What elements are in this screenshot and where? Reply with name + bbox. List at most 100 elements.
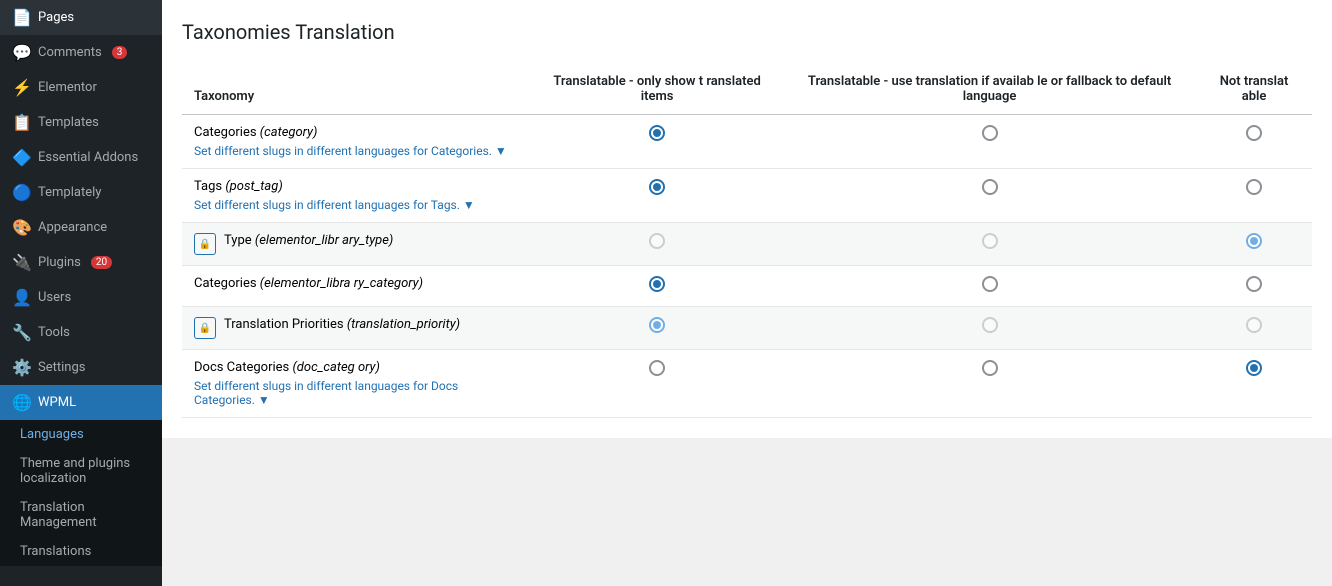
taxonomy-name-cell: 🔒 Translation Priorities (translation_pri… bbox=[182, 307, 531, 350]
pages-icon: 📄 bbox=[12, 8, 30, 27]
slug-link[interactable]: Set different slugs in different languag… bbox=[194, 198, 519, 212]
radio-button[interactable] bbox=[982, 125, 998, 141]
submenu-theme-plugins[interactable]: Theme and plugins localization bbox=[0, 449, 162, 493]
sidebar-item-users[interactable]: 👤 Users bbox=[0, 280, 162, 315]
radio-button[interactable] bbox=[649, 360, 665, 376]
taxonomy-name-cell: Categories (elementor_libra ry_category) bbox=[182, 266, 531, 307]
sidebar: 📄 Pages 💬 Comments 3 ⚡ Elementor 📋 Templ… bbox=[0, 0, 162, 586]
wpml-arrow bbox=[156, 397, 162, 409]
comments-icon: 💬 bbox=[12, 43, 30, 62]
radio-button[interactable] bbox=[982, 233, 998, 249]
main-content: Taxonomies Translation Taxonomy Translat… bbox=[162, 0, 1332, 586]
sidebar-item-pages[interactable]: 📄 Pages bbox=[0, 0, 162, 35]
sidebar-item-settings[interactable]: ⚙️ Settings bbox=[0, 350, 162, 385]
lock-icon: 🔒 bbox=[194, 317, 216, 339]
radio-button[interactable] bbox=[1246, 125, 1262, 141]
sidebar-item-tools[interactable]: 🔧 Tools bbox=[0, 315, 162, 350]
wpml-icon: 🌐 bbox=[12, 393, 30, 412]
templates-icon: 📋 bbox=[12, 113, 30, 132]
radio-button[interactable] bbox=[649, 276, 665, 292]
col-taxonomy: Taxonomy bbox=[182, 64, 531, 115]
users-icon: 👤 bbox=[12, 288, 30, 307]
radio-button[interactable] bbox=[649, 317, 665, 333]
sidebar-item-plugins[interactable]: 🔌 Plugins 20 bbox=[0, 245, 162, 280]
taxonomy-name: Categories (elementor_libra ry_category) bbox=[194, 276, 519, 291]
radio-button[interactable] bbox=[1246, 360, 1262, 376]
radio-cell[interactable] bbox=[531, 307, 783, 350]
radio-button[interactable] bbox=[982, 179, 998, 195]
radio-button[interactable] bbox=[982, 360, 998, 376]
radio-cell[interactable] bbox=[531, 223, 783, 266]
elementor-icon: ⚡ bbox=[12, 78, 30, 97]
radio-cell[interactable] bbox=[783, 115, 1196, 169]
radio-button[interactable] bbox=[1246, 276, 1262, 292]
taxonomy-name-cell: Docs Categories (doc_categ ory) Set diffe… bbox=[182, 350, 531, 418]
radio-button[interactable] bbox=[982, 276, 998, 292]
radio-button[interactable] bbox=[649, 125, 665, 141]
appearance-icon: 🎨 bbox=[12, 218, 30, 237]
table-row: Tags (post_tag) Set different slugs in di… bbox=[182, 169, 1312, 223]
radio-button[interactable] bbox=[649, 233, 665, 249]
radio-cell[interactable] bbox=[783, 223, 1196, 266]
table-row: Docs Categories (doc_categ ory) Set diffe… bbox=[182, 350, 1312, 418]
taxonomy-name: Tags (post_tag) bbox=[194, 179, 519, 194]
submenu-translations[interactable]: Translations bbox=[0, 537, 162, 566]
sidebar-item-essential-addons[interactable]: 🔷 Essential Addons bbox=[0, 140, 162, 175]
taxonomy-name-cell: 🔒 Type (elementor_libr ary_type) bbox=[182, 223, 531, 266]
table-row: Categories (category) Set different slugs… bbox=[182, 115, 1312, 169]
radio-button[interactable] bbox=[982, 317, 998, 333]
wpml-submenu: Languages Theme and plugins localization… bbox=[0, 420, 162, 566]
submenu-languages[interactable]: Languages bbox=[0, 420, 162, 449]
radio-cell[interactable] bbox=[1196, 307, 1312, 350]
taxonomy-name: Categories (category) bbox=[194, 125, 519, 140]
plugins-badge: 20 bbox=[91, 256, 112, 269]
tools-icon: 🔧 bbox=[12, 323, 30, 342]
taxonomy-name: Docs Categories (doc_categ ory) bbox=[194, 360, 519, 375]
slug-link[interactable]: Set different slugs in different languag… bbox=[194, 144, 519, 158]
sidebar-item-templately[interactable]: 🔵 Templately bbox=[0, 175, 162, 210]
radio-button[interactable] bbox=[1246, 317, 1262, 333]
sidebar-item-elementor[interactable]: ⚡ Elementor bbox=[0, 70, 162, 105]
sidebar-item-templates[interactable]: 📋 Templates bbox=[0, 105, 162, 140]
taxonomy-name-cell: Categories (category) Set different slugs… bbox=[182, 115, 531, 169]
content-area: Taxonomies Translation Taxonomy Translat… bbox=[162, 0, 1332, 438]
essential-addons-icon: 🔷 bbox=[12, 148, 30, 167]
radio-cell[interactable] bbox=[531, 115, 783, 169]
radio-cell[interactable] bbox=[531, 169, 783, 223]
table-row: Categories (elementor_libra ry_category) bbox=[182, 266, 1312, 307]
submenu-translation-mgmt[interactable]: Translation Management bbox=[0, 493, 162, 537]
radio-cell[interactable] bbox=[1196, 350, 1312, 418]
table-row: 🔒 Type (elementor_libr ary_type) bbox=[182, 223, 1312, 266]
radio-cell[interactable] bbox=[783, 350, 1196, 418]
comments-badge: 3 bbox=[112, 46, 128, 59]
radio-button[interactable] bbox=[1246, 233, 1262, 249]
taxonomy-name-cell: Tags (post_tag) Set different slugs in di… bbox=[182, 169, 531, 223]
taxonomies-table: Taxonomy Translatable - only show t rans… bbox=[182, 64, 1312, 418]
radio-cell[interactable] bbox=[1196, 169, 1312, 223]
radio-cell[interactable] bbox=[1196, 223, 1312, 266]
lock-icon: 🔒 bbox=[194, 233, 216, 255]
radio-button[interactable] bbox=[649, 179, 665, 195]
slug-link[interactable]: Set different slugs in different languag… bbox=[194, 379, 519, 407]
radio-button[interactable] bbox=[1246, 179, 1262, 195]
radio-cell[interactable] bbox=[531, 350, 783, 418]
page-title: Taxonomies Translation bbox=[182, 20, 1312, 44]
col-translatable-use: Translatable - use translation if availa… bbox=[783, 64, 1196, 115]
sidebar-item-appearance[interactable]: 🎨 Appearance bbox=[0, 210, 162, 245]
radio-cell[interactable] bbox=[783, 266, 1196, 307]
templately-icon: 🔵 bbox=[12, 183, 30, 202]
table-row: 🔒 Translation Priorities (translation_pri… bbox=[182, 307, 1312, 350]
radio-cell[interactable] bbox=[783, 307, 1196, 350]
taxonomy-name: Type (elementor_libr ary_type) bbox=[224, 233, 393, 248]
taxonomy-name: Translation Priorities (translation_prio… bbox=[224, 317, 460, 332]
radio-cell[interactable] bbox=[1196, 115, 1312, 169]
radio-cell[interactable] bbox=[783, 169, 1196, 223]
radio-cell[interactable] bbox=[1196, 266, 1312, 307]
settings-icon: ⚙️ bbox=[12, 358, 30, 377]
col-not-translatable: Not translat able bbox=[1196, 64, 1312, 115]
sidebar-item-comments[interactable]: 💬 Comments 3 bbox=[0, 35, 162, 70]
col-translatable-show: Translatable - only show t ranslated ite… bbox=[531, 64, 783, 115]
sidebar-item-wpml[interactable]: 🌐 WPML bbox=[0, 385, 162, 420]
radio-cell[interactable] bbox=[531, 266, 783, 307]
plugins-icon: 🔌 bbox=[12, 253, 30, 272]
